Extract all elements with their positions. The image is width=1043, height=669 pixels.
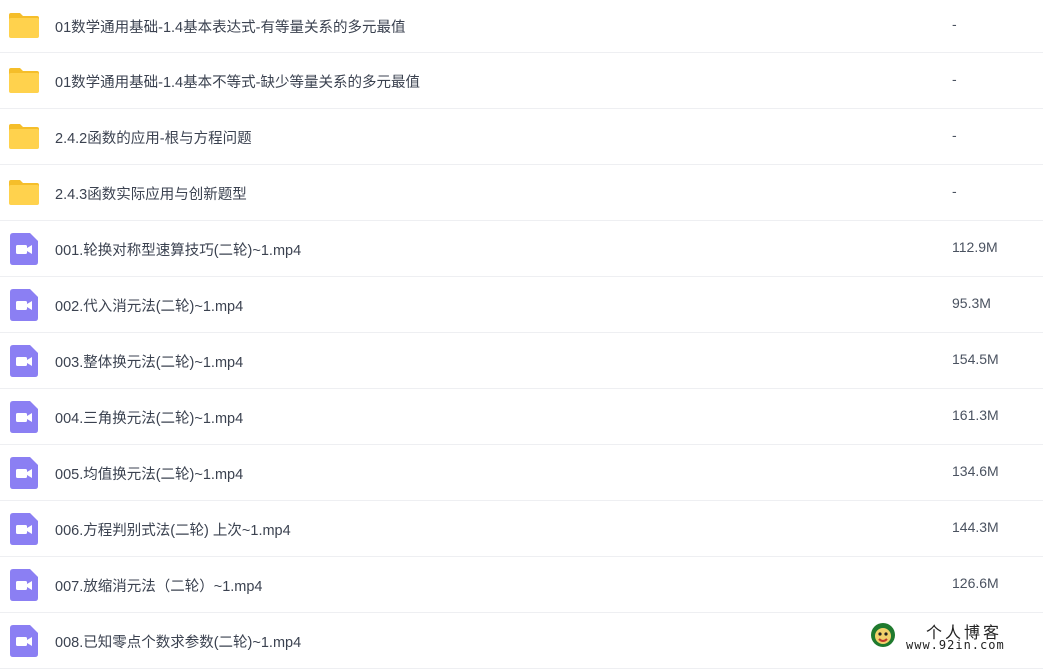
- watermark-url: www.92in.com: [906, 638, 1005, 652]
- watermark: 个人博客 www.92in.com: [870, 618, 1040, 658]
- file-size: 161.3M: [952, 407, 999, 423]
- video-file-icon: [10, 569, 42, 601]
- file-row[interactable]: 003.整体换元法(二轮)~1.mp4 154.5M: [0, 333, 1043, 389]
- folder-icon: [8, 122, 40, 150]
- file-size: -: [952, 183, 957, 199]
- file-row[interactable]: 005.均值换元法(二轮)~1.mp4 134.6M: [0, 445, 1043, 501]
- file-name[interactable]: 005.均值换元法(二轮)~1.mp4: [55, 463, 243, 484]
- blog-avatar-icon: [871, 623, 895, 647]
- file-size: 134.6M: [952, 463, 999, 479]
- file-name[interactable]: 2.4.3函数实际应用与创新题型: [55, 183, 247, 204]
- file-size: -: [952, 16, 957, 32]
- file-name[interactable]: 01数学通用基础-1.4基本不等式-缺少等量关系的多元最值: [55, 71, 420, 92]
- file-name[interactable]: 01数学通用基础-1.4基本表达式-有等量关系的多元最值: [55, 16, 405, 37]
- file-size: 144.3M: [952, 519, 999, 535]
- video-file-icon: [10, 233, 42, 265]
- folder-row[interactable]: 2.4.3函数实际应用与创新题型 -: [0, 165, 1043, 221]
- file-name[interactable]: 007.放缩消元法（二轮）~1.mp4: [55, 575, 263, 596]
- file-size: 112.9M: [952, 239, 998, 255]
- file-size: -: [952, 127, 957, 143]
- video-file-icon: [10, 457, 42, 489]
- file-list: 01数学通用基础-1.4基本表达式-有等量关系的多元最值 -01数学通用基础-1.…: [0, 0, 1043, 669]
- file-size: 126.6M: [952, 575, 999, 591]
- video-file-icon: [10, 345, 42, 377]
- folder-row[interactable]: 01数学通用基础-1.4基本表达式-有等量关系的多元最值 -: [0, 0, 1043, 53]
- file-name[interactable]: 004.三角换元法(二轮)~1.mp4: [55, 407, 243, 428]
- video-file-icon: [10, 289, 42, 321]
- file-size: 154.5M: [952, 351, 999, 367]
- video-file-icon: [10, 401, 42, 433]
- file-name[interactable]: 001.轮换对称型速算技巧(二轮)~1.mp4: [55, 239, 301, 260]
- file-name[interactable]: 006.方程判别式法(二轮) 上次~1.mp4: [55, 519, 291, 540]
- video-file-icon: [10, 625, 42, 657]
- file-name[interactable]: 008.已知零点个数求参数(二轮)~1.mp4: [55, 631, 301, 652]
- file-row[interactable]: 004.三角换元法(二轮)~1.mp4 161.3M: [0, 389, 1043, 445]
- folder-row[interactable]: 01数学通用基础-1.4基本不等式-缺少等量关系的多元最值 -: [0, 53, 1043, 109]
- file-row[interactable]: 006.方程判别式法(二轮) 上次~1.mp4 144.3M: [0, 501, 1043, 557]
- file-row[interactable]: 001.轮换对称型速算技巧(二轮)~1.mp4 112.9M: [0, 221, 1043, 277]
- file-name[interactable]: 002.代入消元法(二轮)~1.mp4: [55, 295, 243, 316]
- file-size: 95.3M: [952, 295, 991, 311]
- file-name[interactable]: 2.4.2函数的应用-根与方程问题: [55, 127, 252, 148]
- file-row[interactable]: 002.代入消元法(二轮)~1.mp4 95.3M: [0, 277, 1043, 333]
- video-file-icon: [10, 513, 42, 545]
- folder-icon: [8, 11, 40, 39]
- file-size: -: [952, 71, 957, 87]
- folder-row[interactable]: 2.4.2函数的应用-根与方程问题 -: [0, 109, 1043, 165]
- folder-icon: [8, 66, 40, 94]
- folder-icon: [8, 178, 40, 206]
- file-row[interactable]: 007.放缩消元法（二轮）~1.mp4 126.6M: [0, 557, 1043, 613]
- file-name[interactable]: 003.整体换元法(二轮)~1.mp4: [55, 351, 243, 372]
